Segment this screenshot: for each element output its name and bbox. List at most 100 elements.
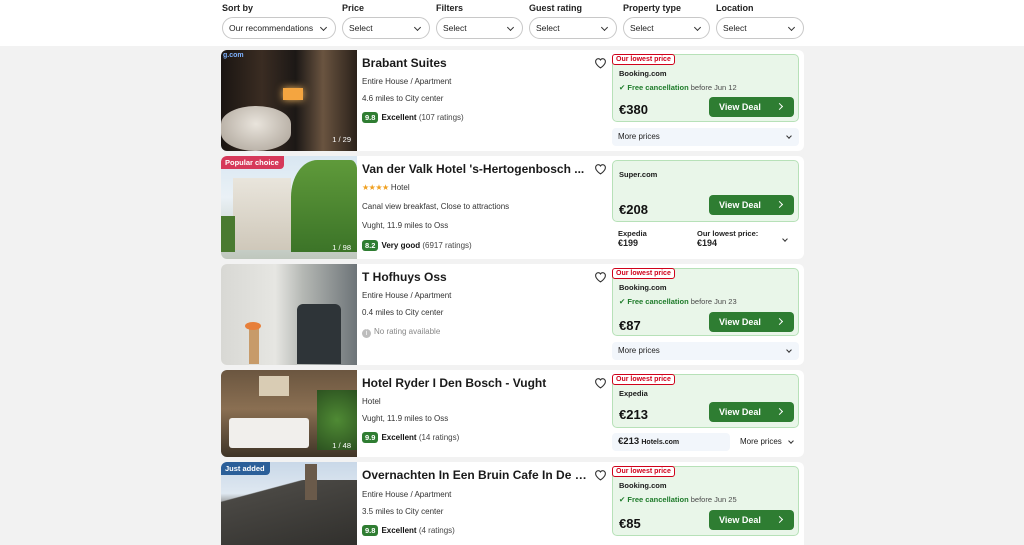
fireplace-image xyxy=(283,88,303,100)
photo-count: 1 / 29 xyxy=(332,135,351,144)
deal-provider: Super.com xyxy=(619,170,658,179)
hotel-photo[interactable]: Just added xyxy=(221,462,357,545)
result-card[interactable]: 1 / 48 Hotel Ryder I Den Bosch - Vught H… xyxy=(221,370,804,457)
result-card[interactable]: g.com 1 / 29 Brabant Suites Entire House… xyxy=(221,50,804,151)
more-prices-button[interactable]: More prices xyxy=(736,433,799,451)
location-select[interactable]: Select xyxy=(716,17,804,39)
hedge-image xyxy=(291,160,357,252)
hotel-photo[interactable] xyxy=(221,264,357,365)
heart-icon[interactable] xyxy=(594,377,607,389)
more-prices-label: More prices xyxy=(740,437,782,446)
view-deal-button[interactable]: View Deal xyxy=(709,195,794,215)
chevron-down-icon xyxy=(786,133,792,139)
roof-image xyxy=(221,480,357,545)
heart-icon[interactable] xyxy=(594,469,607,481)
cancel-label: Free cancellation xyxy=(627,83,689,92)
heart-icon[interactable] xyxy=(594,163,607,175)
rating[interactable]: 9.9 Excellent (14 ratings) xyxy=(362,432,459,443)
free-cancellation: ✔ Free cancellation before Jun 25 xyxy=(619,495,737,504)
deal-box[interactable]: Our lowest price Expedia €213 View Deal xyxy=(612,374,799,428)
hotel-photo[interactable]: 1 / 48 xyxy=(221,370,357,457)
filter-label: Guest rating xyxy=(529,3,583,13)
alt-deal-lowest[interactable]: Our lowest price: €194 xyxy=(697,229,797,248)
chevron-down-icon xyxy=(787,23,796,32)
select-value: Select xyxy=(723,23,747,33)
rating-word: Excellent xyxy=(381,113,417,122)
armchair-image xyxy=(297,304,341,364)
filter-label: Location xyxy=(716,3,754,13)
bathtub-image xyxy=(221,106,291,151)
hotel-name[interactable]: Van der Valk Hotel 's-Hertogenbosch ... xyxy=(362,162,587,176)
no-rating-label: No rating available xyxy=(374,327,441,336)
view-deal-button[interactable]: View Deal xyxy=(709,510,794,530)
hotel-name[interactable]: Brabant Suites xyxy=(362,56,587,70)
deal-box[interactable]: Our lowest price Booking.com ✔ Free canc… xyxy=(612,54,799,122)
filter-label: Sort by xyxy=(222,3,254,13)
deal-box[interactable]: Our lowest price Booking.com ✔ Free canc… xyxy=(612,268,799,336)
lowest-price-tag: Our lowest price xyxy=(612,374,675,385)
chevron-down-icon xyxy=(788,438,794,444)
hotel-name[interactable]: Overnachten In Een Bruin Cafe In De P... xyxy=(362,468,587,482)
hotel-class: ★★★★ Hotel xyxy=(362,183,410,192)
cancel-before: before Jun 23 xyxy=(690,297,737,306)
rating-count: (6917 ratings) xyxy=(422,241,472,250)
result-card[interactable]: T Hofhuys Oss Entire House / Apartment 0… xyxy=(221,264,804,365)
lowest-price-tag: Our lowest price xyxy=(612,54,675,65)
property-type-select[interactable]: Select xyxy=(623,17,710,39)
free-cancellation: ✔ Free cancellation before Jun 23 xyxy=(619,297,737,306)
sort-by-select[interactable]: Our recommendations xyxy=(222,17,336,39)
hotel-name[interactable]: T Hofhuys Oss xyxy=(362,270,587,284)
chevron-right-icon xyxy=(775,200,784,209)
chevron-right-icon xyxy=(775,515,784,524)
price-select[interactable]: Select xyxy=(342,17,430,39)
heart-icon[interactable] xyxy=(594,271,607,283)
tree-image xyxy=(221,216,235,252)
rating-count: (107 ratings) xyxy=(418,113,464,122)
distance: 0.4 miles to City center xyxy=(362,308,444,317)
hotel-photo[interactable]: Popular choice 1 / 98 xyxy=(221,156,357,259)
property-type: Entire House / Apartment xyxy=(362,490,452,499)
property-type: Hotel xyxy=(390,183,410,192)
filter-label: Property type xyxy=(623,3,682,13)
deal-price: €213 xyxy=(619,407,648,422)
property-type: Hotel xyxy=(362,397,381,406)
deal-price: €85 xyxy=(619,516,641,531)
rating-word: Very good xyxy=(381,241,421,250)
distance: 3.5 miles to City center xyxy=(362,507,444,516)
building-image xyxy=(233,178,291,250)
more-prices-label: More prices xyxy=(618,346,660,355)
church-tower-image xyxy=(305,464,317,500)
filters-select[interactable]: Select xyxy=(436,17,523,39)
hotel-name[interactable]: Hotel Ryder I Den Bosch - Vught xyxy=(362,376,587,390)
select-value: Select xyxy=(536,23,560,33)
deal-box[interactable]: Super.com €208 View Deal xyxy=(612,160,799,222)
rating[interactable]: 9.8 Excellent (107 ratings) xyxy=(362,112,464,123)
rating[interactable]: 9.8 Excellent (4 ratings) xyxy=(362,525,455,536)
view-deal-button[interactable]: View Deal xyxy=(709,312,794,332)
result-card[interactable]: Just added Overnachten In Een Bruin Cafe… xyxy=(221,462,804,545)
rating-score: 9.8 xyxy=(362,525,379,536)
rating-word: Excellent xyxy=(381,433,417,442)
lowest-price-tag: Our lowest price xyxy=(612,268,675,279)
alt-deal-expedia[interactable]: Expedia €199 xyxy=(618,229,647,248)
alt-deal-hotels-com[interactable]: €213 Hotels.com xyxy=(612,433,730,451)
deal-box[interactable]: Our lowest price Booking.com ✔ Free canc… xyxy=(612,466,799,536)
guest-rating-filter: Guest rating Select xyxy=(529,3,617,39)
more-prices-button[interactable]: More prices xyxy=(612,128,799,146)
rating-count: (4 ratings) xyxy=(418,526,455,535)
view-deal-button[interactable]: View Deal xyxy=(709,97,794,117)
just-added-badge: Just added xyxy=(221,462,270,475)
result-card[interactable]: Popular choice 1 / 98 Van der Valk Hotel… xyxy=(221,156,804,259)
more-prices-button[interactable]: More prices xyxy=(612,342,799,360)
rating-score: 9.9 xyxy=(362,432,379,443)
more-prices-label: More prices xyxy=(618,132,660,141)
deal-price: €208 xyxy=(619,202,648,217)
guest-rating-select[interactable]: Select xyxy=(529,17,617,39)
view-deal-button[interactable]: View Deal xyxy=(709,402,794,422)
select-value: Select xyxy=(443,23,467,33)
heart-icon[interactable] xyxy=(594,57,607,69)
photo-count: 1 / 98 xyxy=(332,243,351,252)
rating[interactable]: 8.2 Very good (6917 ratings) xyxy=(362,240,472,251)
deal-provider: Expedia xyxy=(619,389,648,398)
hotel-photo[interactable]: g.com 1 / 29 xyxy=(221,50,357,151)
